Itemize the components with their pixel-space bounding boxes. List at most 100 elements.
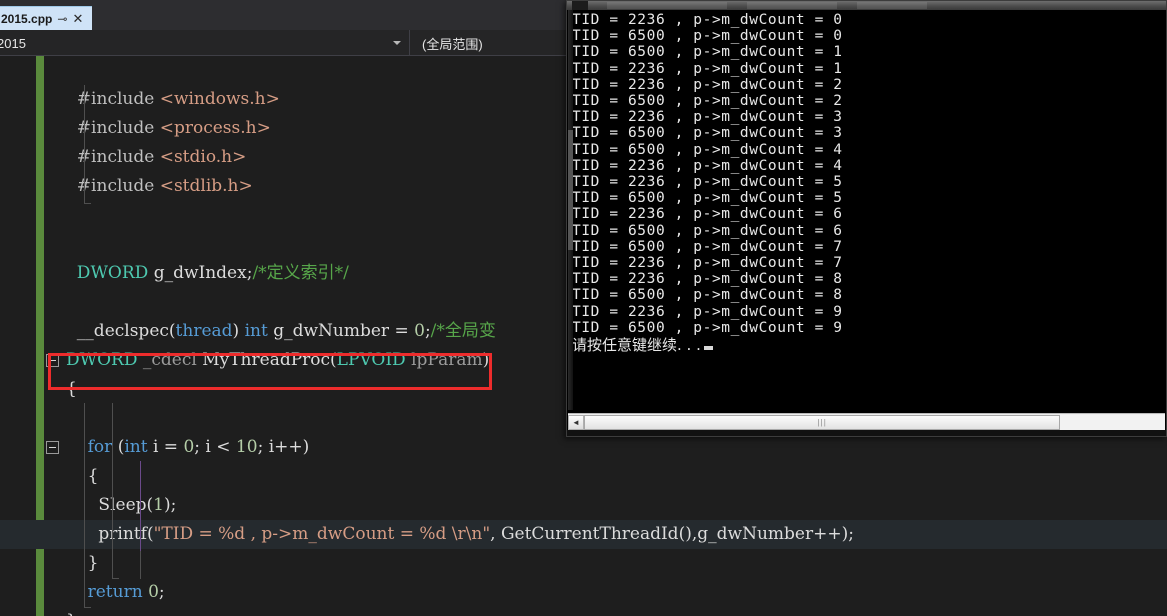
project-scope-dropdown[interactable]: 2015 bbox=[0, 30, 410, 56]
code-token: ( bbox=[330, 350, 337, 370]
code-token: #include bbox=[66, 118, 160, 138]
console-output-line: TID = 6500 , p->m_dwCount = 1 bbox=[572, 44, 843, 61]
console-output-line: TID = 6500 , p->m_dwCount = 4 bbox=[572, 141, 843, 158]
console-titlebar-fragment-2 bbox=[747, 2, 837, 9]
code-token: 0 bbox=[183, 437, 195, 457]
console-output-line: TID = 2236 , p->m_dwCount = 4 bbox=[572, 157, 843, 174]
code-token: for bbox=[66, 437, 118, 457]
code-token: ( bbox=[168, 321, 176, 341]
code-token: <stdio.h> bbox=[159, 147, 247, 167]
console-titlebar-fragment-3 bbox=[857, 2, 927, 9]
console-output-line: TID = 2236 , p->m_dwCount = 3 bbox=[572, 109, 843, 126]
project-scope-value: 2015 bbox=[0, 35, 26, 51]
code-token: <windows.h> bbox=[159, 89, 280, 109]
console-text-area[interactable]: TID = 2236 , p->m_dwCount = 0 TID = 6500 … bbox=[568, 10, 1165, 410]
code-token: 1 bbox=[153, 495, 164, 515]
console-output-line: TID = 6500 , p->m_dwCount = 8 bbox=[572, 287, 843, 304]
code-token: ; bbox=[158, 582, 165, 602]
console-output-line: TID = 2236 , p->m_dwCount = 2 bbox=[572, 76, 843, 93]
code-line[interactable]: { bbox=[0, 462, 1167, 491]
code-token: int bbox=[244, 321, 274, 341]
console-output-line: TID = 2236 , p->m_dwCount = 7 bbox=[572, 255, 843, 272]
code-token: <stdlib.h> bbox=[159, 176, 253, 196]
current-scope-guide bbox=[140, 461, 141, 551]
code-token: /*定义索引*/ bbox=[252, 263, 349, 283]
code-token: #include bbox=[66, 147, 160, 167]
console-output-line: TID = 2236 , p->m_dwCount = 5 bbox=[572, 174, 843, 191]
code-token: GetCurrentThreadId bbox=[500, 524, 679, 544]
code-token: 0 bbox=[414, 321, 425, 341]
code-line[interactable]: Sleep(1); bbox=[0, 491, 1167, 520]
code-token: { bbox=[66, 466, 99, 486]
fold-toggle-icon[interactable] bbox=[46, 354, 59, 367]
console-output-window[interactable]: TID = 2236 , p->m_dwCount = 0 TID = 6500 … bbox=[566, 0, 1167, 437]
console-cursor bbox=[703, 346, 713, 351]
code-token: thread bbox=[175, 321, 233, 341]
code-token: #include bbox=[66, 176, 160, 196]
code-token: ; bbox=[257, 437, 269, 457]
console-hscroll-thumb[interactable]: ||| bbox=[584, 414, 1061, 430]
console-output-line: TID = 2236 , p->m_dwCount = 9 bbox=[572, 303, 843, 320]
code-token: "TID = %d , p->m_dwCount = %d \r\n" bbox=[153, 524, 491, 544]
console-output-line: TID = 6500 , p->m_dwCount = 5 bbox=[572, 190, 843, 207]
code-token: g_dwNumber++ bbox=[697, 524, 842, 544]
member-scope-value: (全局范围) bbox=[422, 36, 483, 52]
code-token: , bbox=[490, 524, 501, 544]
close-icon[interactable]: ✕ bbox=[72, 12, 83, 25]
code-token: } bbox=[66, 611, 77, 616]
console-output-line: TID = 2236 , p->m_dwCount = 0 bbox=[572, 12, 843, 28]
console-output-line: TID = 6500 , p->m_dwCount = 2 bbox=[572, 93, 843, 110]
console-app-icon bbox=[572, 1, 588, 10]
code-token: __declspec bbox=[66, 321, 169, 341]
code-token: int bbox=[124, 437, 153, 457]
code-line[interactable]: for (int i = 0; i < 10; i++) bbox=[0, 433, 1167, 462]
code-token: i bbox=[205, 437, 217, 457]
code-token: g_dwNumber bbox=[273, 321, 395, 341]
code-line[interactable]: return 0; bbox=[0, 578, 1167, 607]
indent-guide bbox=[84, 85, 85, 203]
code-token: ( bbox=[146, 524, 154, 544]
code-token: { bbox=[66, 379, 77, 399]
console-title-bar[interactable] bbox=[567, 1, 1166, 10]
console-bottom-edge bbox=[567, 430, 1166, 436]
console-output-line: TID = 6500 , p->m_dwCount = 7 bbox=[572, 238, 843, 255]
scroll-left-arrow-icon[interactable]: ◄ bbox=[568, 414, 584, 430]
code-token: g_dwIndex bbox=[153, 263, 247, 283]
code-token: ; bbox=[194, 437, 206, 457]
code-token: (), bbox=[678, 524, 698, 544]
code-token: ) bbox=[302, 437, 310, 457]
console-vertical-scrollbar[interactable] bbox=[568, 10, 573, 410]
console-output-line: TID = 6500 , p->m_dwCount = 0 bbox=[572, 28, 843, 45]
chevron-down-icon bbox=[393, 41, 401, 45]
code-token: Sleep bbox=[66, 495, 147, 515]
code-token: } bbox=[66, 553, 99, 573]
code-token: <process.h> bbox=[159, 118, 271, 138]
editor-tab-2015-cpp[interactable]: 2015.cpp ⊸ ✕ bbox=[0, 6, 92, 30]
console-output-line: TID = 6500 , p->m_dwCount = 6 bbox=[572, 222, 843, 239]
code-token: _cdecl bbox=[142, 350, 203, 370]
console-output-line: TID = 2236 , p->m_dwCount = 8 bbox=[572, 271, 843, 288]
code-token: i bbox=[152, 437, 164, 457]
code-token: ) bbox=[232, 321, 245, 341]
console-horizontal-scrollbar[interactable]: ◄ ||| bbox=[568, 413, 1165, 430]
code-token: i++ bbox=[268, 437, 303, 457]
console-hscroll-track[interactable]: ||| bbox=[584, 414, 1165, 430]
console-output-line: TID = 2236 , p->m_dwCount = 1 bbox=[572, 60, 843, 77]
fold-toggle-icon[interactable] bbox=[46, 441, 59, 454]
console-output-line: TID = 6500 , p->m_dwCount = 3 bbox=[572, 125, 843, 142]
code-token: ); bbox=[841, 524, 854, 544]
code-line[interactable]: printf("TID = %d , p->m_dwCount = %d \r\… bbox=[0, 520, 1167, 549]
console-output-line: TID = 2236 , p->m_dwCount = 6 bbox=[572, 206, 843, 223]
console-titlebar-fragment-1 bbox=[607, 2, 727, 9]
pin-icon[interactable]: ⊸ bbox=[57, 13, 67, 25]
console-vertical-scrollbar-thumb[interactable] bbox=[568, 130, 573, 250]
indent-guide-cap bbox=[112, 578, 119, 579]
code-token: return bbox=[66, 582, 149, 602]
code-line[interactable]: } bbox=[0, 549, 1167, 578]
code-token: LPVOID bbox=[336, 350, 412, 370]
code-token: printf bbox=[66, 524, 147, 544]
code-line[interactable]: } bbox=[0, 607, 1167, 616]
code-token: 10 bbox=[235, 437, 258, 457]
code-token: lpParam bbox=[411, 350, 483, 370]
code-token: DWORD bbox=[66, 263, 154, 283]
